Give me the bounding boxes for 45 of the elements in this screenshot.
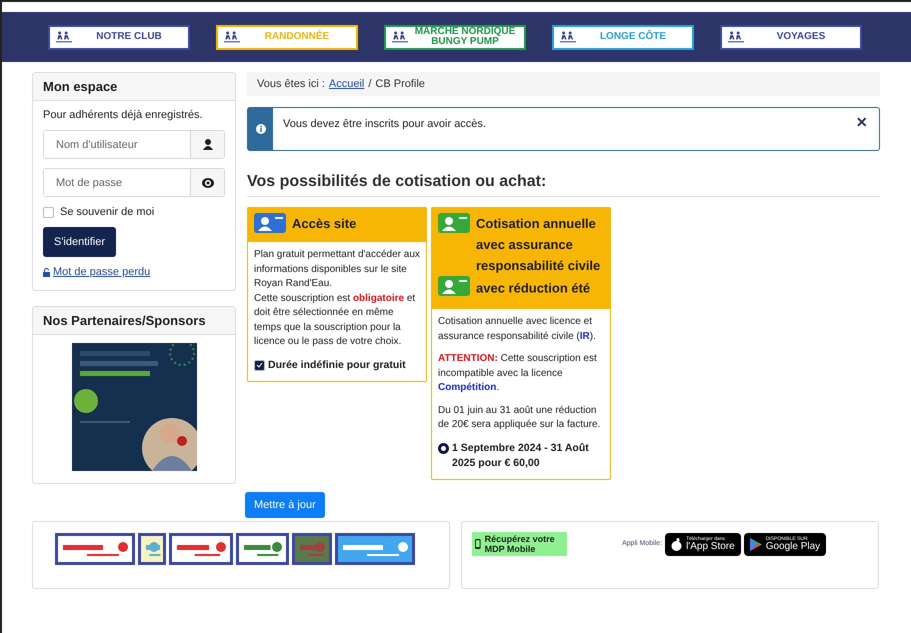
- plan-description: Cotisation annuelle avec licence et assurance responsabilité civile (IR).: [438, 316, 596, 342]
- username-field[interactable]: Nom d'utilisateur: [43, 130, 225, 159]
- update-button[interactable]: Mettre à jour: [245, 492, 325, 518]
- option-label: 1 Septembre 2024 - 31 Août 2025 pour € 60,00: [452, 440, 590, 470]
- walkers-logo-icon: [728, 30, 744, 44]
- plan-radio[interactable]: [438, 442, 449, 454]
- breadcrumb-current: CB Profile: [375, 78, 425, 90]
- info-icon: [256, 124, 266, 134]
- panel-title: Nos Partenaires/Sponsors: [33, 307, 235, 335]
- section-heading: Vos possibilités de cotisation ou achat:: [247, 173, 880, 197]
- play-icon: [750, 538, 762, 550]
- recover-mdp-banner[interactable]: Récupérez votre MDP Mobile: [472, 532, 567, 556]
- walkers-logo-icon: [560, 30, 576, 44]
- login-button[interactable]: S'identifier: [43, 227, 116, 257]
- password-field[interactable]: Mot de passe: [43, 168, 225, 197]
- plan-description: Du 01 juin au 31 août une réduction de 20€ sera appliquée sur la facture.: [438, 404, 600, 430]
- checkbox-label: Se souvenir de moi: [60, 206, 154, 218]
- plan-description: Cette souscription est obligatoire et doit être sélectionnée en même temps que la souscription pour la licence ou le pass de votre choix.: [254, 292, 416, 347]
- apple-icon: [671, 538, 682, 550]
- eye-icon[interactable]: [202, 178, 214, 188]
- nav-link[interactable]: NOTRE CLUB: [48, 24, 190, 50]
- walkers-logo-icon: [224, 30, 240, 44]
- plan-title: avec réduction été: [476, 280, 590, 296]
- panel-title: Mon espace: [33, 73, 235, 101]
- plan-checkbox[interactable]: [254, 360, 265, 370]
- lock-icon: [43, 268, 50, 276]
- close-button[interactable]: ×: [844, 108, 879, 137]
- breadcrumb-link[interactable]: Accueil: [328, 78, 364, 90]
- plan-description: Plan gratuit permettant d'accéder aux informations disponibles sur le site Royan Rand'Eau.: [254, 249, 420, 289]
- plan-title: Accès site: [292, 216, 356, 231]
- plan-description: ATTENTION: Cette souscription est incompatible avec la licence Compétition.: [438, 353, 597, 393]
- alert-message: Vous devez être inscrits pour avoir accès.: [282, 117, 487, 132]
- walkers-logo-icon: [392, 30, 408, 44]
- lost-password-link[interactable]: Mot de passe perdu: [43, 266, 225, 278]
- intro-text: Pour adhérents déjà enregistrés.: [43, 109, 204, 121]
- breadcrumb-separator: /: [368, 78, 372, 90]
- option-label: Durée indéfinie pour gratuit: [268, 358, 406, 372]
- user-icon: [202, 139, 212, 150]
- store-name: Google Play: [766, 542, 820, 552]
- walkers-logo-icon: [56, 30, 72, 44]
- remember-checkbox[interactable]: [43, 206, 54, 218]
- nav-link[interactable]: MARCHE NORDIQUE BUNGY PUMP: [384, 24, 526, 50]
- store-name: l'App Store: [686, 542, 735, 552]
- nav-link[interactable]: VOYAGES: [720, 24, 862, 50]
- breadcrumb-prefix: Vous êtes ici :: [257, 78, 325, 90]
